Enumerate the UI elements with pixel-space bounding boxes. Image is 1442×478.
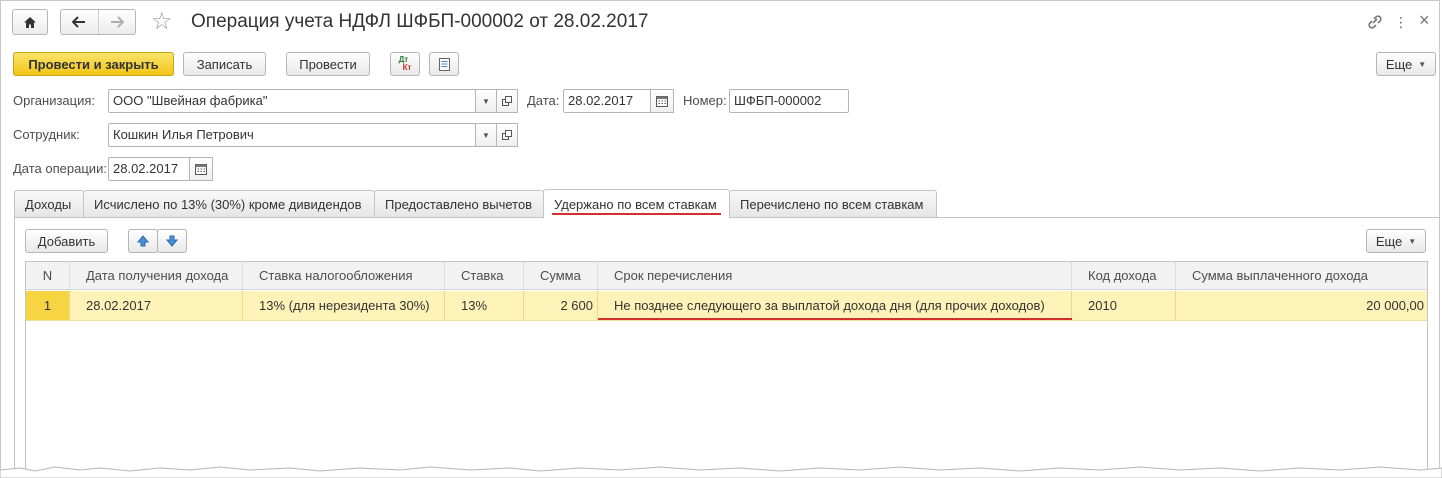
- tab-highlight-underline: [552, 213, 721, 215]
- paid-income-cell: 20 000,00: [1366, 298, 1424, 313]
- column-header[interactable]: Сумма: [524, 262, 598, 289]
- save-button[interactable]: Записать: [183, 52, 266, 76]
- withheld-table: N Дата получения дохода Ставка налогообл…: [25, 261, 1428, 470]
- toolbar-more-button[interactable]: Еще ▼: [1376, 52, 1436, 76]
- tab-panel: Добавить Еще ▼ N Дата получения дохода Ст…: [14, 217, 1439, 470]
- arrow-right-icon: [110, 16, 124, 28]
- income-date-cell: 28.02.2017: [70, 291, 243, 320]
- toolbar-more-label: Еще: [1385, 56, 1413, 72]
- tab-calculated[interactable]: Исчислено по 13% (30%) кроме дивидендов: [83, 190, 375, 217]
- arrow-left-icon: [72, 16, 86, 28]
- back-button[interactable]: [61, 10, 98, 34]
- report-button[interactable]: [429, 52, 459, 76]
- post-and-close-button[interactable]: Провести и закрыть: [13, 52, 174, 76]
- table-more-button[interactable]: Еще ▼: [1366, 229, 1426, 253]
- column-header[interactable]: N: [26, 262, 70, 289]
- org-field[interactable]: ООО "Швейная фабрика": [108, 89, 476, 113]
- deadline-highlight-underline: [598, 318, 1072, 320]
- close-icon[interactable]: ×: [1419, 10, 1430, 31]
- column-header[interactable]: Сумма выплаченного дохода: [1176, 262, 1428, 289]
- chevron-down-icon: ▼: [482, 96, 490, 106]
- window-more-icon[interactable]: ⋮: [1394, 14, 1409, 31]
- number-label: Номер:: [683, 93, 727, 108]
- tab-strip: Доходы Исчислено по 13% (30%) кроме диви…: [14, 189, 937, 218]
- op-date-field[interactable]: 28.02.2017: [108, 157, 190, 181]
- column-header[interactable]: Срок перечисления: [598, 262, 1072, 289]
- chevron-down-icon: ▼: [1408, 236, 1417, 246]
- table-header: N Дата получения дохода Ставка налогообл…: [26, 262, 1427, 290]
- page-title: Операция учета НДФЛ ШФБП-000002 от 28.02…: [191, 11, 649, 32]
- tab-withheld[interactable]: Удержано по всем ставкам: [543, 189, 730, 218]
- arrow-up-icon: [137, 235, 149, 247]
- arrow-down-icon: [166, 235, 178, 247]
- column-header[interactable]: Дата получения дохода: [70, 262, 243, 289]
- open-icon: [502, 96, 512, 106]
- row-number-cell: 1: [26, 291, 70, 320]
- dt-kt-button[interactable]: Дт Кт: [390, 52, 420, 76]
- chevron-down-icon: ▼: [1418, 59, 1427, 69]
- date-field[interactable]: 28.02.2017: [563, 89, 651, 113]
- op-date-label: Дата операции:: [13, 161, 107, 176]
- tab-income[interactable]: Доходы: [14, 190, 84, 217]
- open-icon: [502, 130, 512, 140]
- date-calendar-button[interactable]: [650, 89, 674, 113]
- org-label: Организация:: [13, 93, 96, 108]
- calendar-icon: [195, 163, 207, 175]
- org-open-button[interactable]: [496, 89, 518, 113]
- favorite-star-icon[interactable]: ☆: [151, 9, 173, 35]
- column-header[interactable]: Код дохода: [1072, 262, 1176, 289]
- employee-label: Сотрудник:: [13, 127, 80, 142]
- transfer-deadline-cell: Не позднее следующего за выплатой дохода…: [598, 291, 1072, 320]
- move-up-button[interactable]: [128, 229, 158, 253]
- org-dropdown-button[interactable]: ▼: [475, 89, 497, 113]
- employee-field[interactable]: Кошкин Илья Петрович: [108, 123, 476, 147]
- number-field[interactable]: ШФБП-000002: [729, 89, 849, 113]
- tab-transferred[interactable]: Перечислено по всем ставкам: [729, 190, 937, 217]
- tax-rate-type-cell: 13% (для нерезидента 30%): [243, 291, 445, 320]
- link-icon[interactable]: [1368, 15, 1382, 32]
- employee-open-button[interactable]: [496, 123, 518, 147]
- add-row-button[interactable]: Добавить: [25, 229, 108, 253]
- post-button[interactable]: Провести: [286, 52, 370, 76]
- chevron-down-icon: ▼: [482, 130, 490, 140]
- rate-cell: 13%: [445, 291, 524, 320]
- document-window: ☆ Операция учета НДФЛ ШФБП-000002 от 28.…: [0, 0, 1440, 470]
- dt-kt-icon: Дт Кт: [398, 55, 412, 72]
- move-down-button[interactable]: [157, 229, 187, 253]
- document-icon: [438, 57, 450, 71]
- forward-button[interactable]: [97, 10, 135, 34]
- income-code-cell: 2010: [1072, 291, 1176, 320]
- column-header[interactable]: Ставка налогообложения: [243, 262, 445, 289]
- employee-dropdown-button[interactable]: ▼: [475, 123, 497, 147]
- calendar-icon: [656, 95, 668, 107]
- history-nav: [60, 9, 136, 35]
- torn-edge: [0, 466, 1442, 478]
- home-icon: [24, 16, 36, 28]
- column-header[interactable]: Ставка: [445, 262, 524, 289]
- op-date-calendar-button[interactable]: [189, 157, 213, 181]
- amount-cell: 2 600: [524, 291, 598, 320]
- table-more-label: Еще: [1375, 233, 1403, 249]
- table-row[interactable]: 1 28.02.2017 13% (для нерезидента 30%) 1…: [26, 291, 1427, 321]
- tab-deductions[interactable]: Предоставлено вычетов: [374, 190, 544, 217]
- home-button[interactable]: [12, 9, 48, 35]
- date-label: Дата:: [527, 93, 560, 108]
